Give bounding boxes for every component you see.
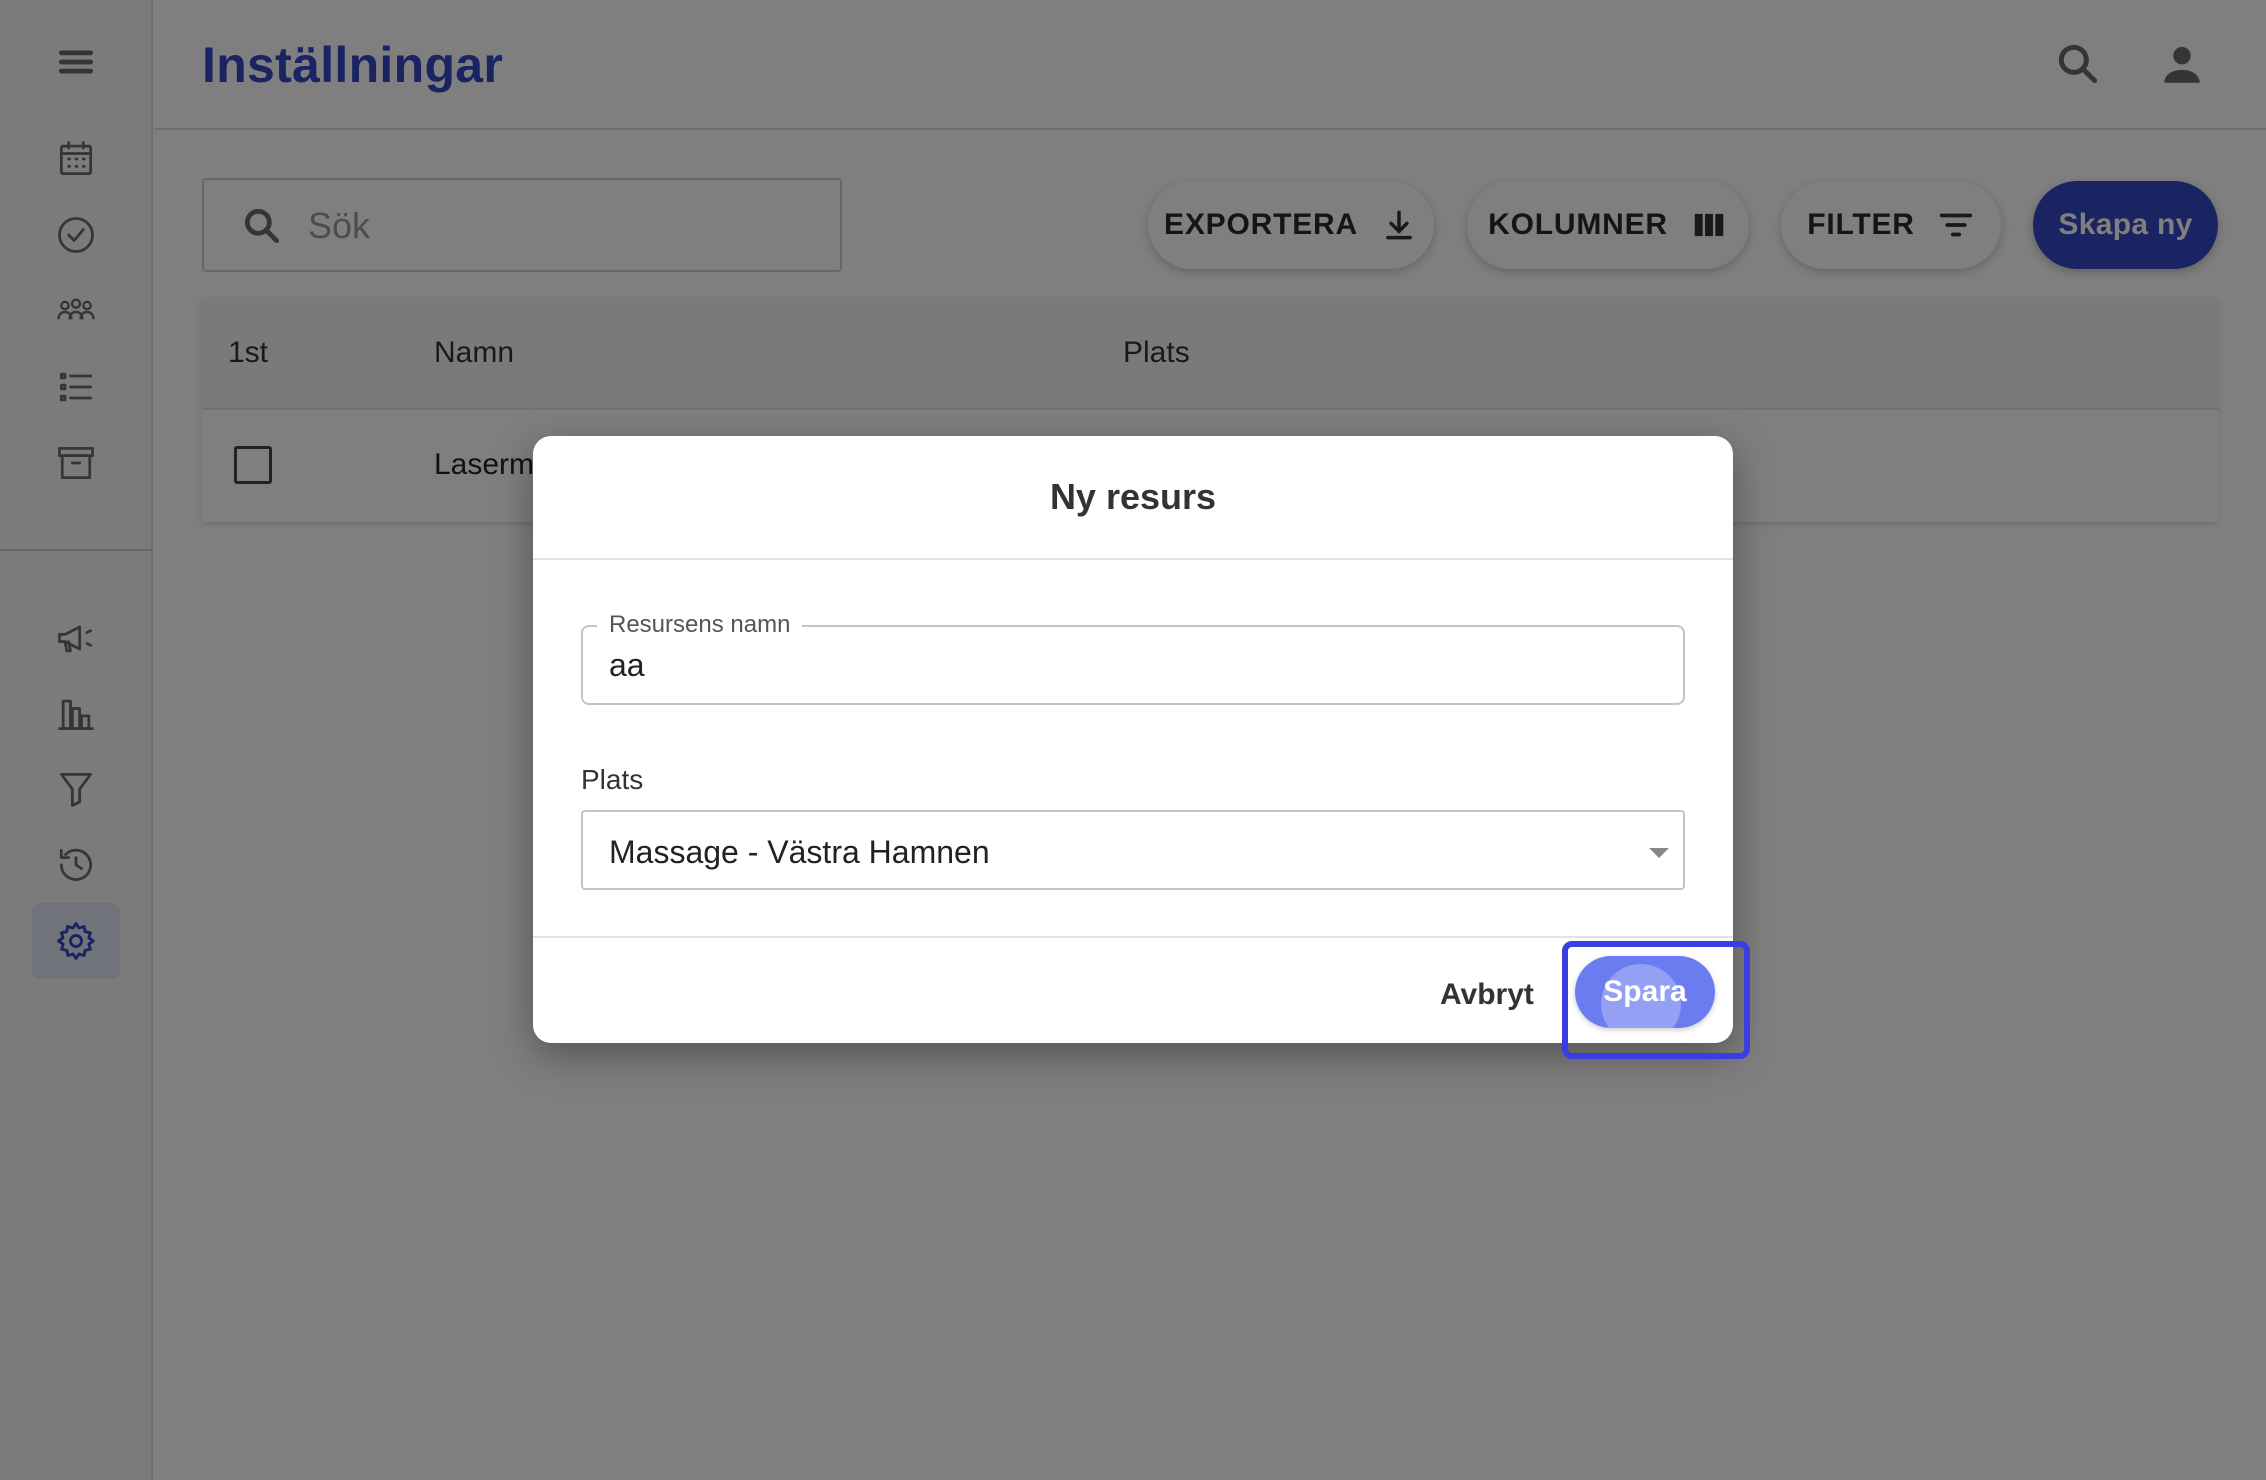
resource-name-label: Resursens namn	[597, 611, 803, 639]
save-button-label: Spara	[1603, 975, 1687, 1008]
plats-selected-value: Massage - Västra Hamnen	[609, 834, 990, 870]
dialog-title: Ny resurs	[1049, 476, 1217, 517]
dialog-divider-top	[533, 558, 1733, 560]
resource-name-field[interactable]: Resursens namn	[581, 611, 1685, 705]
dialog-divider-bottom	[533, 936, 1733, 938]
new-resource-dialog: Ny resurs Resursens namn Plats Massage -…	[533, 436, 1733, 1043]
save-button[interactable]: Spara	[1575, 956, 1715, 1028]
cancel-button[interactable]: Avbryt	[1440, 971, 1534, 1019]
plats-select[interactable]: Massage - Västra Hamnen	[581, 810, 1685, 890]
resource-name-input[interactable]	[609, 641, 1649, 689]
dropdown-arrow-icon	[1649, 848, 1669, 858]
plats-label: Plats	[581, 764, 644, 795]
